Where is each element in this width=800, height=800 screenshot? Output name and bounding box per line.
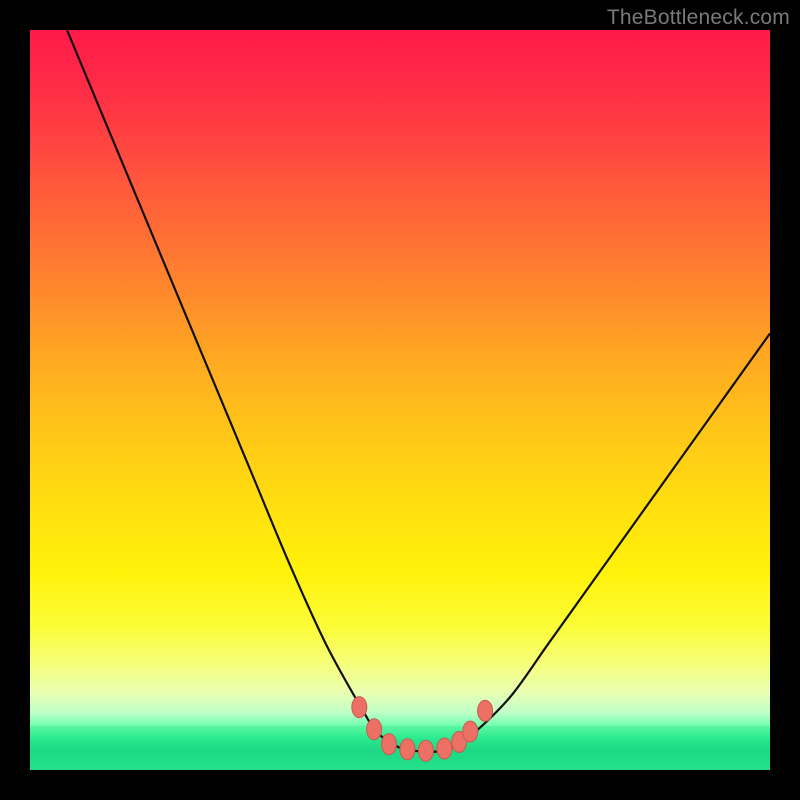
curve-marker bbox=[400, 739, 415, 760]
marker-group bbox=[352, 697, 493, 762]
chart-frame: TheBottleneck.com bbox=[0, 0, 800, 800]
curve-marker bbox=[367, 719, 382, 740]
curve-marker bbox=[478, 700, 493, 721]
curve-marker bbox=[463, 721, 478, 742]
watermark-text: TheBottleneck.com bbox=[607, 6, 790, 30]
curve-marker bbox=[418, 740, 433, 761]
curve-marker bbox=[381, 734, 396, 755]
bottleneck-curve bbox=[67, 30, 770, 752]
plot-area bbox=[30, 30, 770, 770]
curve-marker bbox=[437, 738, 452, 759]
chart-svg bbox=[30, 30, 770, 770]
curve-marker bbox=[352, 697, 367, 718]
